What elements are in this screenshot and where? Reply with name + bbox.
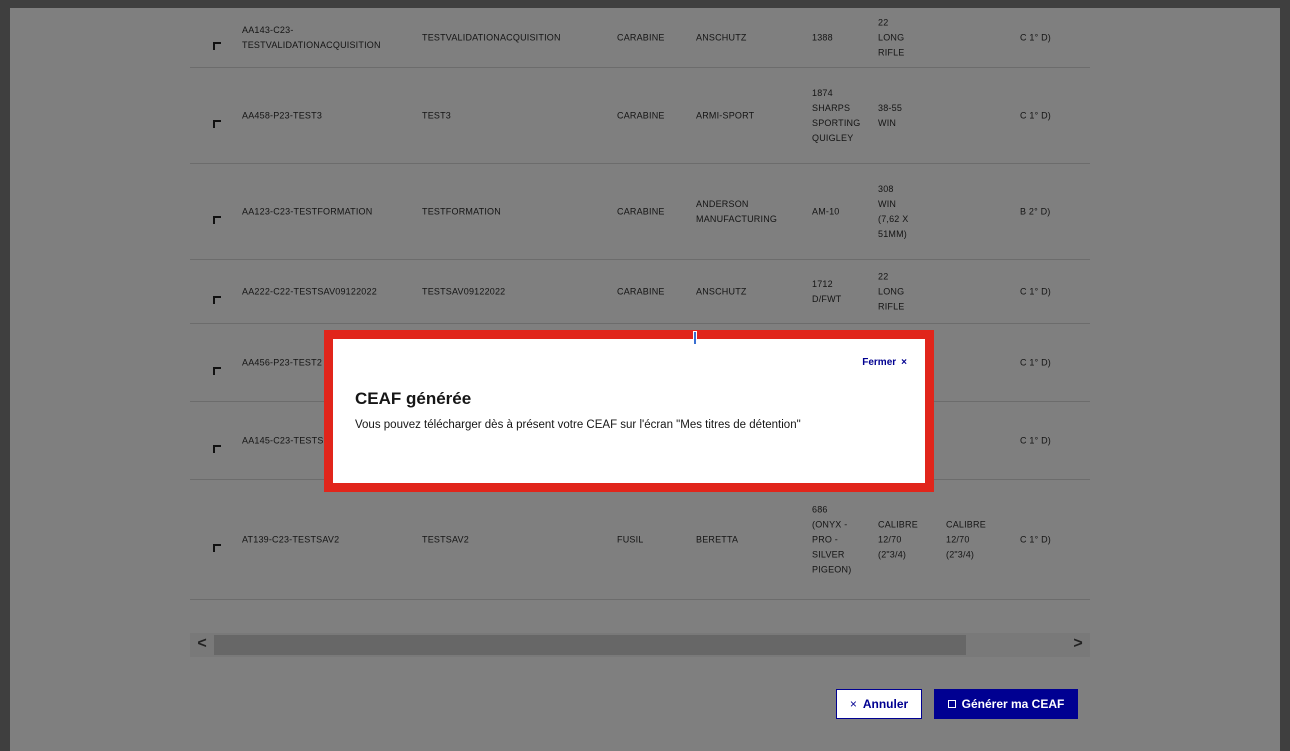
modal-message: Vous pouvez télécharger dès à présent vo…: [355, 419, 801, 431]
cancel-label: Annuler: [862, 697, 909, 711]
modal-close-label: Fermer: [862, 357, 897, 368]
modal-close-button[interactable]: Fermer ×: [862, 357, 907, 368]
cancel-button[interactable]: × Annuler: [836, 689, 922, 719]
generate-label: Générer ma CEAF: [961, 697, 1065, 711]
document-icon: [947, 700, 956, 708]
generate-ceaf-button[interactable]: Générer ma CEAF: [934, 689, 1078, 719]
close-icon: ×: [901, 357, 907, 368]
modal-dialog: Fermer × CEAF générée Vous pouvez téléch…: [333, 339, 925, 483]
text-cursor-icon: [693, 331, 697, 345]
close-icon: ×: [849, 697, 857, 711]
modal-highlight-frame: Fermer × CEAF générée Vous pouvez téléch…: [324, 330, 934, 492]
modal-title: CEAF générée: [355, 389, 472, 408]
